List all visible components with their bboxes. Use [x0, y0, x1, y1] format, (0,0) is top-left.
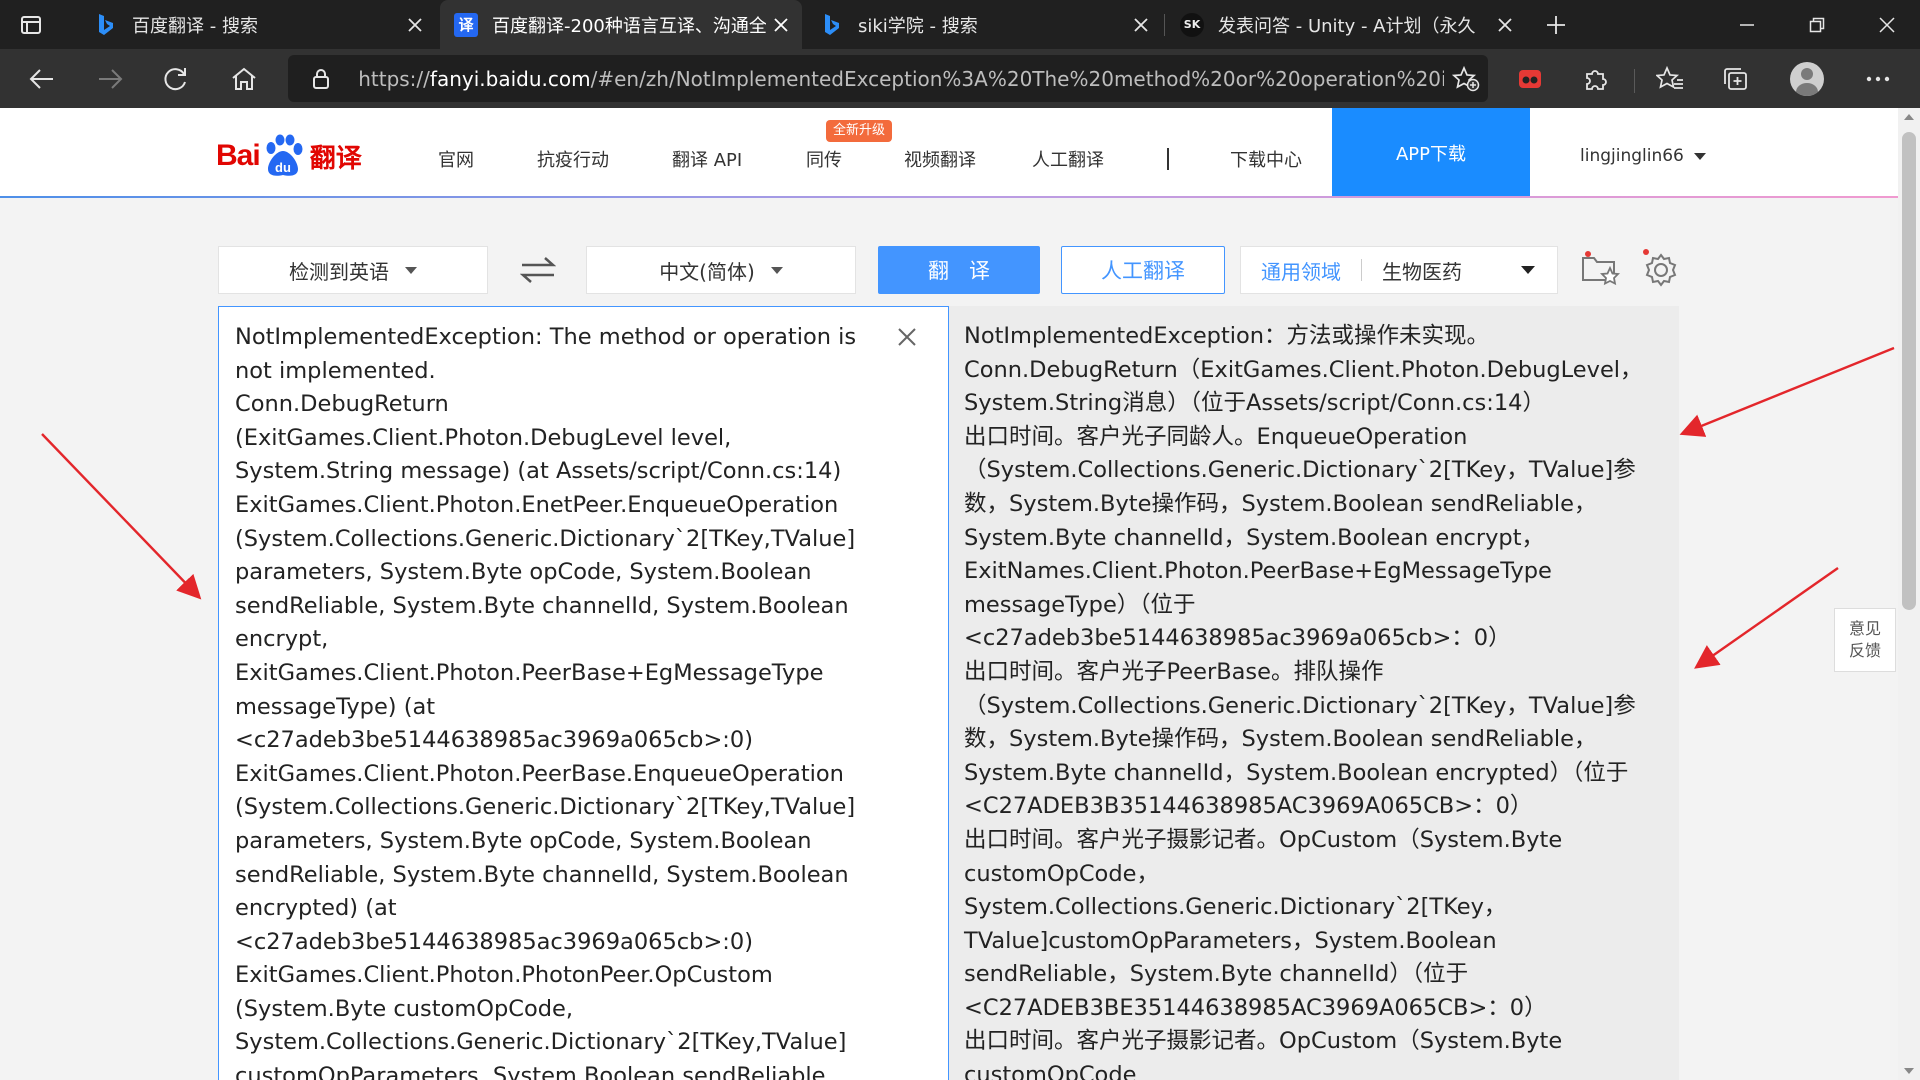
logo-text-fanyi: 翻译	[309, 143, 362, 174]
source-textarea[interactable]: NotImplementedException: The method or o…	[235, 321, 875, 1080]
source-language-label: 检测到英语	[289, 259, 389, 284]
domain-general-label[interactable]: 通用领域	[1241, 256, 1341, 285]
url-domain: fanyi.baidu.com	[429, 66, 591, 91]
scroll-down-arrow-icon[interactable]	[1904, 1068, 1914, 1074]
lock-icon[interactable]	[302, 68, 340, 90]
tab-title: siki学院 - 搜索	[858, 15, 978, 37]
dropdown-triangle-icon[interactable]	[1521, 266, 1535, 274]
collection-folder-star-icon[interactable]	[1580, 250, 1622, 290]
tab-baidu-translate[interactable]: 译 百度翻译-200种语言互译、沟通全	[440, 0, 802, 49]
minimize-icon[interactable]	[1714, 0, 1780, 49]
user-menu[interactable]: lingjinglin66	[1580, 146, 1706, 166]
bing-icon	[820, 13, 844, 37]
target-language-select[interactable]: 中文(简体)	[586, 246, 856, 294]
close-tab-icon[interactable]	[1126, 17, 1156, 32]
target-language-label: 中文(简体)	[659, 259, 755, 284]
restore-icon[interactable]	[1784, 0, 1850, 49]
domain-separator	[1361, 259, 1362, 281]
tab-title: 发表问答 - Unity - A计划（永久	[1218, 15, 1476, 37]
home-icon[interactable]	[226, 61, 262, 97]
page-scrollbar[interactable]	[1898, 108, 1920, 1080]
baidu-translate-icon: 译	[454, 12, 478, 37]
add-favorite-star-icon[interactable]	[1444, 65, 1488, 92]
nav-translate-api[interactable]: 翻译 API	[672, 146, 742, 172]
gear-icon[interactable]	[1640, 248, 1680, 290]
feedback-button[interactable]: 意见 反馈	[1834, 608, 1896, 672]
baidu-paw-icon: du	[262, 134, 304, 178]
chevron-down-icon	[1693, 152, 1706, 160]
nav-video-translate[interactable]: 视频翻译	[904, 146, 976, 172]
tab-bing-search-siki[interactable]: siki学院 - 搜索	[806, 0, 1162, 49]
url-text[interactable]: https://fanyi.baidu.com/#en/zh/NotImplem…	[340, 67, 1444, 91]
chevron-down-icon	[770, 266, 783, 274]
close-tab-icon[interactable]	[1490, 17, 1520, 32]
sikiedu-icon: SK	[1180, 12, 1204, 37]
page-viewport: Bai du 翻译 官网 抗疫行动 翻译 API 全新升级 同传 视频翻译 人工…	[0, 108, 1898, 1080]
translate-button[interactable]: 翻译	[878, 246, 1040, 294]
nav-download-center[interactable]: 下载中心	[1230, 146, 1302, 172]
favorites-icon[interactable]	[1652, 61, 1688, 97]
new-tab-plus-icon[interactable]	[1541, 10, 1571, 40]
url-scheme: https://	[358, 66, 430, 91]
more-menu-icon[interactable]	[1860, 61, 1896, 97]
source-text-panel[interactable]: NotImplementedException: The method or o…	[218, 306, 949, 1080]
app-download-button[interactable]: APP下载	[1332, 108, 1530, 198]
domain-select[interactable]: 通用领域 生物医药	[1240, 246, 1558, 294]
extensions-puzzle-icon[interactable]	[1578, 61, 1614, 97]
header-divider	[0, 196, 1898, 198]
tab-bing-search-baidu[interactable]: 百度翻译 - 搜索	[80, 0, 436, 49]
refresh-icon[interactable]	[158, 61, 194, 97]
username: lingjinglin66	[1580, 146, 1684, 166]
address-bar[interactable]: https://fanyi.baidu.com/#en/zh/NotImplem…	[288, 55, 1488, 102]
back-arrow-icon[interactable]	[24, 61, 60, 97]
tab-sikiedu-question[interactable]: SK 发表问答 - Unity - A计划（永久	[1166, 0, 1526, 49]
browser-tab-bar: 百度翻译 - 搜索 译 百度翻译-200种语言互译、沟通全 siki学院 - 搜…	[0, 0, 1920, 49]
new-upgrade-badge: 全新升级	[826, 120, 893, 142]
human-translate-button[interactable]: 人工翻译	[1061, 246, 1225, 294]
profile-avatar[interactable]	[1790, 62, 1824, 96]
extension-red-icon[interactable]	[1512, 61, 1548, 97]
nav-simultaneous[interactable]: 同传	[806, 146, 842, 172]
close-tab-icon[interactable]	[400, 17, 430, 32]
close-tab-icon[interactable]	[766, 17, 796, 32]
domain-selected-label: 生物医药	[1382, 259, 1462, 284]
collections-icon[interactable]	[1718, 61, 1754, 97]
logo-text-du: du	[275, 160, 291, 175]
tab-actions-icon[interactable]	[18, 12, 44, 38]
scrollbar-thumb[interactable]	[1902, 132, 1916, 610]
tab-separator	[1164, 14, 1165, 36]
tab-title: 百度翻译 - 搜索	[132, 15, 258, 37]
nav-anti-epidemic[interactable]: 抗疫行动	[537, 146, 609, 172]
logo-text-bai: Bai	[216, 139, 261, 172]
bing-icon	[94, 13, 118, 37]
feedback-line-2: 反馈	[1848, 641, 1881, 660]
site-header: Bai du 翻译 官网 抗疫行动 翻译 API 全新升级 同传 视频翻译 人工…	[0, 108, 1898, 198]
scroll-up-arrow-icon[interactable]	[1904, 114, 1914, 120]
feedback-line-1: 意见	[1848, 619, 1881, 638]
source-language-select[interactable]: 检测到英语	[218, 246, 488, 294]
browser-toolbar: https://fanyi.baidu.com/#en/zh/NotImplem…	[0, 49, 1920, 108]
baidu-translate-logo[interactable]: Bai du 翻译	[216, 132, 362, 180]
close-icon[interactable]	[895, 325, 919, 349]
nav-official-site[interactable]: 官网	[438, 146, 474, 172]
url-path: /#en/zh/NotImplementedException%3A%20The…	[590, 66, 1445, 91]
toolbar-separator	[1634, 69, 1635, 93]
nav-human-translate[interactable]: 人工翻译	[1032, 146, 1104, 172]
chevron-down-icon	[405, 266, 417, 274]
tab-title: 百度翻译-200种语言互译、沟通全	[492, 15, 766, 37]
close-window-icon[interactable]	[1854, 0, 1920, 49]
translation-result-panel: NotImplementedException：方法或操作未实现。 Conn.D…	[949, 306, 1679, 1080]
swap-languages-icon[interactable]	[516, 248, 560, 292]
translation-result-text: NotImplementedException：方法或操作未实现。 Conn.D…	[964, 323, 1643, 1080]
nav-separator	[1167, 148, 1169, 170]
forward-arrow-icon[interactable]	[92, 61, 128, 97]
